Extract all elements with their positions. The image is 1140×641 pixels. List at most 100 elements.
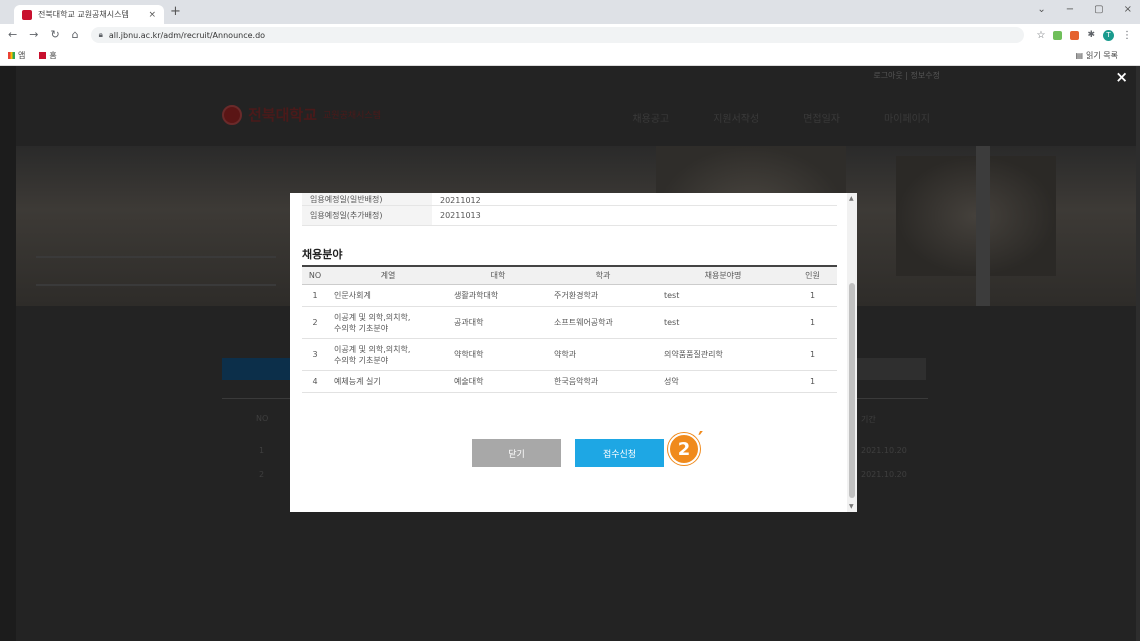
extension-orange-icon[interactable]	[1070, 30, 1080, 40]
table-header-row: NO 계열 대학 학과 채용분야명 인원	[302, 266, 837, 285]
bookmark-star-icon[interactable]: ☆	[1036, 30, 1045, 41]
schedule-key: 임용예정일(추가배정)	[302, 205, 432, 226]
table-cell-field: 인문사회계	[328, 284, 448, 307]
apply-button[interactable]: 접수신청	[575, 439, 664, 467]
tab-strip: 전북대학교 교원공채시스템 × + ⌄ − ▢ ×	[0, 0, 1140, 24]
table-cell-dept: 한국음악학과	[548, 370, 658, 393]
forward-icon[interactable]: →	[29, 28, 38, 42]
schedule-key: 임용예정일(일반배정)	[302, 193, 432, 206]
table-row: 2 이공계 및 의학,의치학, 수의학 기초분야 공과대학 소프트웨어공학과 test 1	[302, 306, 837, 339]
column-header: NO	[302, 266, 328, 285]
minimize-button[interactable]: −	[1066, 4, 1074, 15]
menu-kebab-icon[interactable]: ⋮	[1122, 30, 1132, 41]
step-number-badge: 2	[668, 433, 700, 465]
table-cell-name: 성악	[658, 370, 788, 393]
schedule-value: 20211013	[432, 205, 837, 226]
browser-tab[interactable]: 전북대학교 교원공채시스템 ×	[14, 5, 164, 24]
table-cell-dept: 주거환경학과	[548, 284, 658, 307]
nav-item-announcements[interactable]: 채용공고	[632, 110, 669, 125]
home-icon[interactable]: ⌂	[72, 28, 79, 42]
table-cell-field: 이공계 및 의학,의치학, 수의학 기초분야	[328, 338, 448, 371]
step-marker: 2 ′	[668, 427, 703, 465]
table-cell-name: test	[658, 306, 788, 339]
bookmark-apps[interactable]: 앱	[8, 50, 25, 61]
close-window-button[interactable]: ×	[1124, 4, 1132, 15]
schedule-row: 임용예정일(일반배정) 20211012	[302, 193, 837, 206]
table-cell-college: 공과대학	[448, 306, 548, 339]
table-row: 1 인문사회계 생활과학대학 주거환경학과 test 1	[302, 284, 837, 307]
table-cell-count: 1	[788, 338, 837, 371]
column-header: 대학	[448, 266, 548, 285]
table-cell-college: 생활과학대학	[448, 284, 548, 307]
bookmark-label: 홈	[49, 51, 57, 60]
modal-scrollbar[interactable]: ▲ ▼	[847, 193, 857, 512]
table-row: 3 이공계 및 의학,의치학, 수의학 기초분야 약학대학 약학과 의약품품질관리학 1	[302, 338, 837, 371]
logo-name: 전북대학교	[248, 106, 318, 124]
bookmark-label: 앱	[18, 51, 26, 60]
tab-search-icon[interactable]: ⌄	[1037, 4, 1045, 15]
section-title: 채용분야	[302, 246, 837, 267]
schedule-row: 임용예정일(추가배정) 20211013	[302, 205, 837, 226]
background-cell: 2	[259, 470, 265, 479]
table-cell-field: 예체능계 실기	[328, 370, 448, 393]
recruit-detail-modal: 임용예정일(일반배정) 20211012 임용예정일(추가배정) 2021101…	[290, 193, 857, 512]
top-info-links[interactable]: 로그아웃 | 정보수정	[873, 70, 940, 81]
overlay-close-icon[interactable]: ×	[1115, 70, 1128, 85]
address-bar[interactable]: 🔒︎ all.jbnu.ac.kr/adm/recruit/Announce.d…	[90, 27, 1025, 43]
profile-avatar[interactable]: T	[1103, 29, 1114, 41]
nav-item-application[interactable]: 지원서작성	[713, 110, 759, 125]
main-nav: 채용공고 지원서작성 면접일자 마이페이지	[632, 110, 930, 125]
page-scrollbar[interactable]	[1136, 66, 1140, 641]
table-cell-no: 4	[302, 370, 328, 393]
table-cell-no: 3	[302, 338, 328, 371]
scrollbar-thumb[interactable]	[849, 283, 855, 498]
hero-pillar	[976, 146, 990, 306]
extension-green-icon[interactable]	[1053, 30, 1063, 40]
extensions-puzzle-icon[interactable]: ✱	[1087, 30, 1095, 40]
university-emblem-icon	[222, 104, 242, 125]
tab-title: 전북대학교 교원공채시스템	[38, 10, 129, 19]
table-cell-no: 2	[302, 306, 328, 339]
maximize-button[interactable]: ▢	[1094, 4, 1103, 15]
background-tab	[856, 358, 926, 380]
reading-list-button[interactable]: ▤ 읽기 목록	[1075, 50, 1118, 61]
table-cell-count: 1	[788, 284, 837, 307]
table-cell-name: 의약품품질관리학	[658, 338, 788, 371]
nav-item-interview[interactable]: 면접일자	[803, 110, 840, 125]
bookmark-home[interactable]: 홈	[39, 50, 57, 61]
scroll-down-icon[interactable]: ▼	[849, 503, 854, 510]
apps-grid-icon	[8, 52, 15, 59]
reload-icon[interactable]: ↻	[50, 28, 59, 42]
modal-buttons: 닫기 접수신청	[472, 439, 664, 467]
window-controls: ⌄ − ▢ ×	[1037, 4, 1132, 15]
background-tab-active	[222, 358, 290, 380]
table-cell-name: test	[658, 284, 788, 307]
table-cell-dept: 소프트웨어공학과	[548, 306, 658, 339]
scroll-up-icon[interactable]: ▲	[849, 195, 854, 202]
lock-icon: 🔒︎	[98, 30, 103, 39]
site-logo[interactable]: 전북대학교 교원공채시스템	[222, 104, 381, 125]
close-button[interactable]: 닫기	[472, 439, 561, 467]
logo-subtitle: 교원공채시스템	[323, 111, 381, 121]
background-cell: 기간	[861, 415, 876, 424]
table-cell-count: 1	[788, 370, 837, 393]
nav-item-mypage[interactable]: 마이페이지	[884, 110, 930, 125]
bookmark-favicon-icon	[39, 52, 47, 59]
column-header: 채용분야명	[658, 266, 788, 285]
schedule-table: 임용예정일(일반배정) 20211012 임용예정일(추가배정) 2021101…	[302, 193, 837, 226]
background-cell: NO	[256, 414, 269, 423]
extensions: ☆ ✱ T ⋮	[1036, 29, 1132, 41]
background-cell: 1	[259, 446, 265, 455]
schedule-value: 20211012	[432, 193, 837, 206]
new-tab-button[interactable]: +	[170, 5, 181, 19]
browser-toolbar: ← → ↻ ⌂ 🔒︎ all.jbnu.ac.kr/adm/recruit/An…	[0, 24, 1140, 46]
column-header: 계열	[328, 266, 448, 285]
table-cell-count: 1	[788, 306, 837, 339]
bookmarks-bar: 앱 홈 ▤ 읽기 목록	[0, 46, 1140, 66]
url-text: all.jbnu.ac.kr/adm/recruit/Announce.do	[108, 30, 266, 40]
back-icon[interactable]: ←	[8, 28, 17, 42]
tab-close-icon[interactable]: ×	[148, 10, 156, 20]
column-header: 학과	[548, 266, 658, 285]
table-cell-field: 이공계 및 의학,의치학, 수의학 기초분야	[328, 306, 448, 339]
reading-list-icon: ▤	[1075, 51, 1084, 60]
